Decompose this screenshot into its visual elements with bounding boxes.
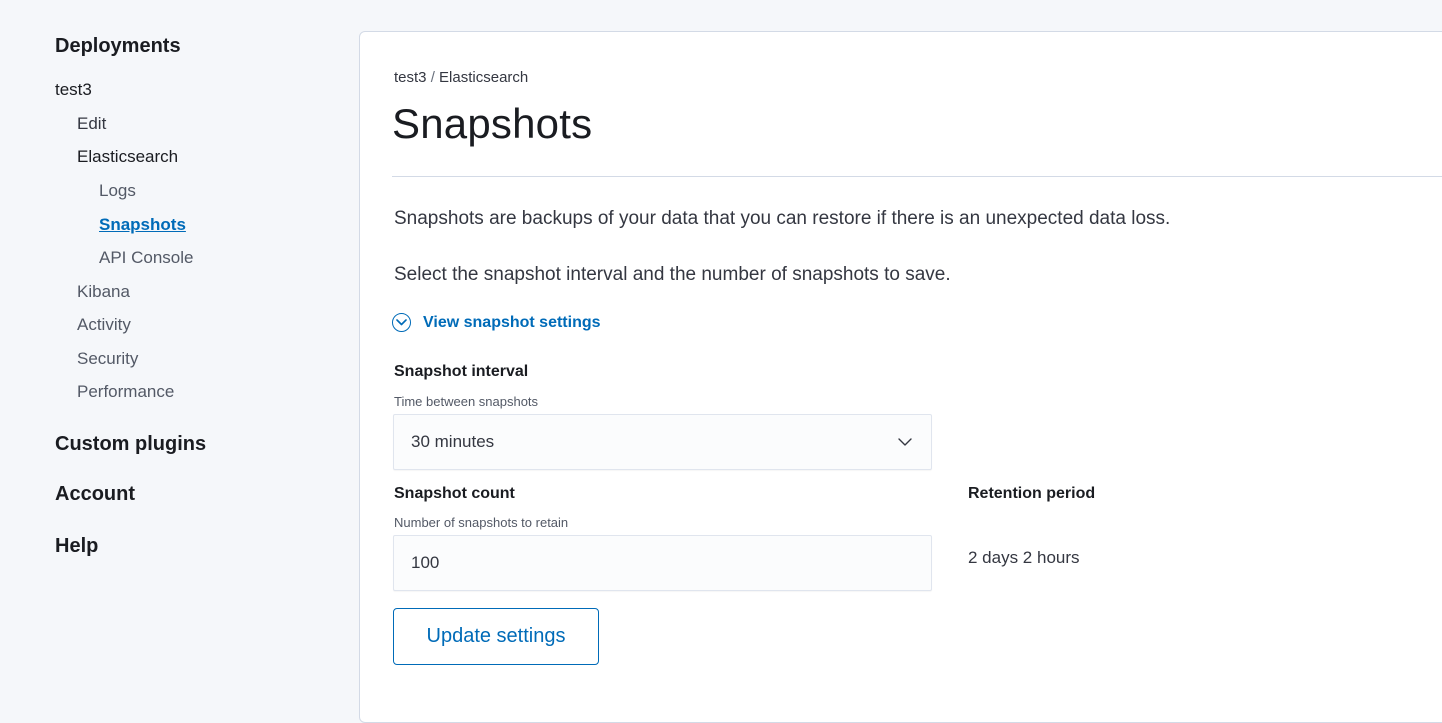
snapshot-interval-select[interactable]: 30 minutes (393, 414, 932, 470)
snapshot-count-input[interactable] (411, 553, 931, 573)
description-text: Snapshots are backups of your data that … (394, 208, 1171, 229)
sidebar-custom-plugins-link[interactable]: Custom plugins (55, 433, 206, 456)
retention-period-value: 2 days 2 hours (968, 548, 1080, 567)
sidebar-item-snapshots[interactable]: Snapshots (99, 215, 186, 235)
snapshot-interval-value: 30 minutes (411, 432, 495, 451)
chevron-down-icon (392, 313, 411, 332)
breadcrumb-section[interactable]: Elasticsearch (439, 69, 528, 86)
view-snapshot-settings-label: View snapshot settings (423, 313, 601, 331)
sidebar-item-activity[interactable]: Activity (77, 315, 131, 335)
page-title: Snapshots (392, 100, 593, 147)
sidebar-item-performance[interactable]: Performance (77, 382, 174, 402)
view-snapshot-settings-toggle[interactable]: View snapshot settings (392, 313, 601, 332)
select-chevron-down-icon (897, 432, 913, 452)
sidebar-item-api-console[interactable]: API Console (99, 248, 194, 268)
snapshot-count-help: Number of snapshots to retain (394, 515, 569, 530)
snapshot-count-field (393, 535, 932, 591)
breadcrumb: test3 / Elasticsearch (394, 69, 528, 86)
sidebar-item-deployment[interactable]: test3 (55, 80, 92, 100)
main-panel: test3 / Elasticsearch Snapshots Snapshot… (359, 31, 1442, 723)
sidebar-item-security[interactable]: Security (77, 349, 138, 369)
sidebar-item-edit[interactable]: Edit (77, 114, 106, 134)
snapshot-count-label: Snapshot count (394, 485, 515, 502)
breadcrumb-deployment[interactable]: test3 (394, 69, 427, 86)
instruction-text: Select the snapshot interval and the num… (394, 264, 951, 285)
snapshot-interval-label: Snapshot interval (394, 363, 529, 380)
title-divider (392, 176, 1442, 177)
sidebar: Deployments test3 Edit Elasticsearch Log… (0, 0, 358, 704)
sidebar-account-link[interactable]: Account (55, 483, 135, 506)
sidebar-item-elasticsearch[interactable]: Elasticsearch (77, 147, 178, 167)
sidebar-deployments-link[interactable]: Deployments (55, 35, 181, 58)
breadcrumb-separator: / (430, 69, 435, 86)
sidebar-help-link[interactable]: Help (55, 535, 98, 558)
sidebar-item-kibana[interactable]: Kibana (77, 282, 130, 302)
snapshot-interval-help: Time between snapshots (394, 394, 539, 409)
sidebar-item-logs[interactable]: Logs (99, 181, 136, 201)
update-settings-button[interactable]: Update settings (393, 608, 599, 665)
retention-period-label: Retention period (968, 485, 1096, 502)
